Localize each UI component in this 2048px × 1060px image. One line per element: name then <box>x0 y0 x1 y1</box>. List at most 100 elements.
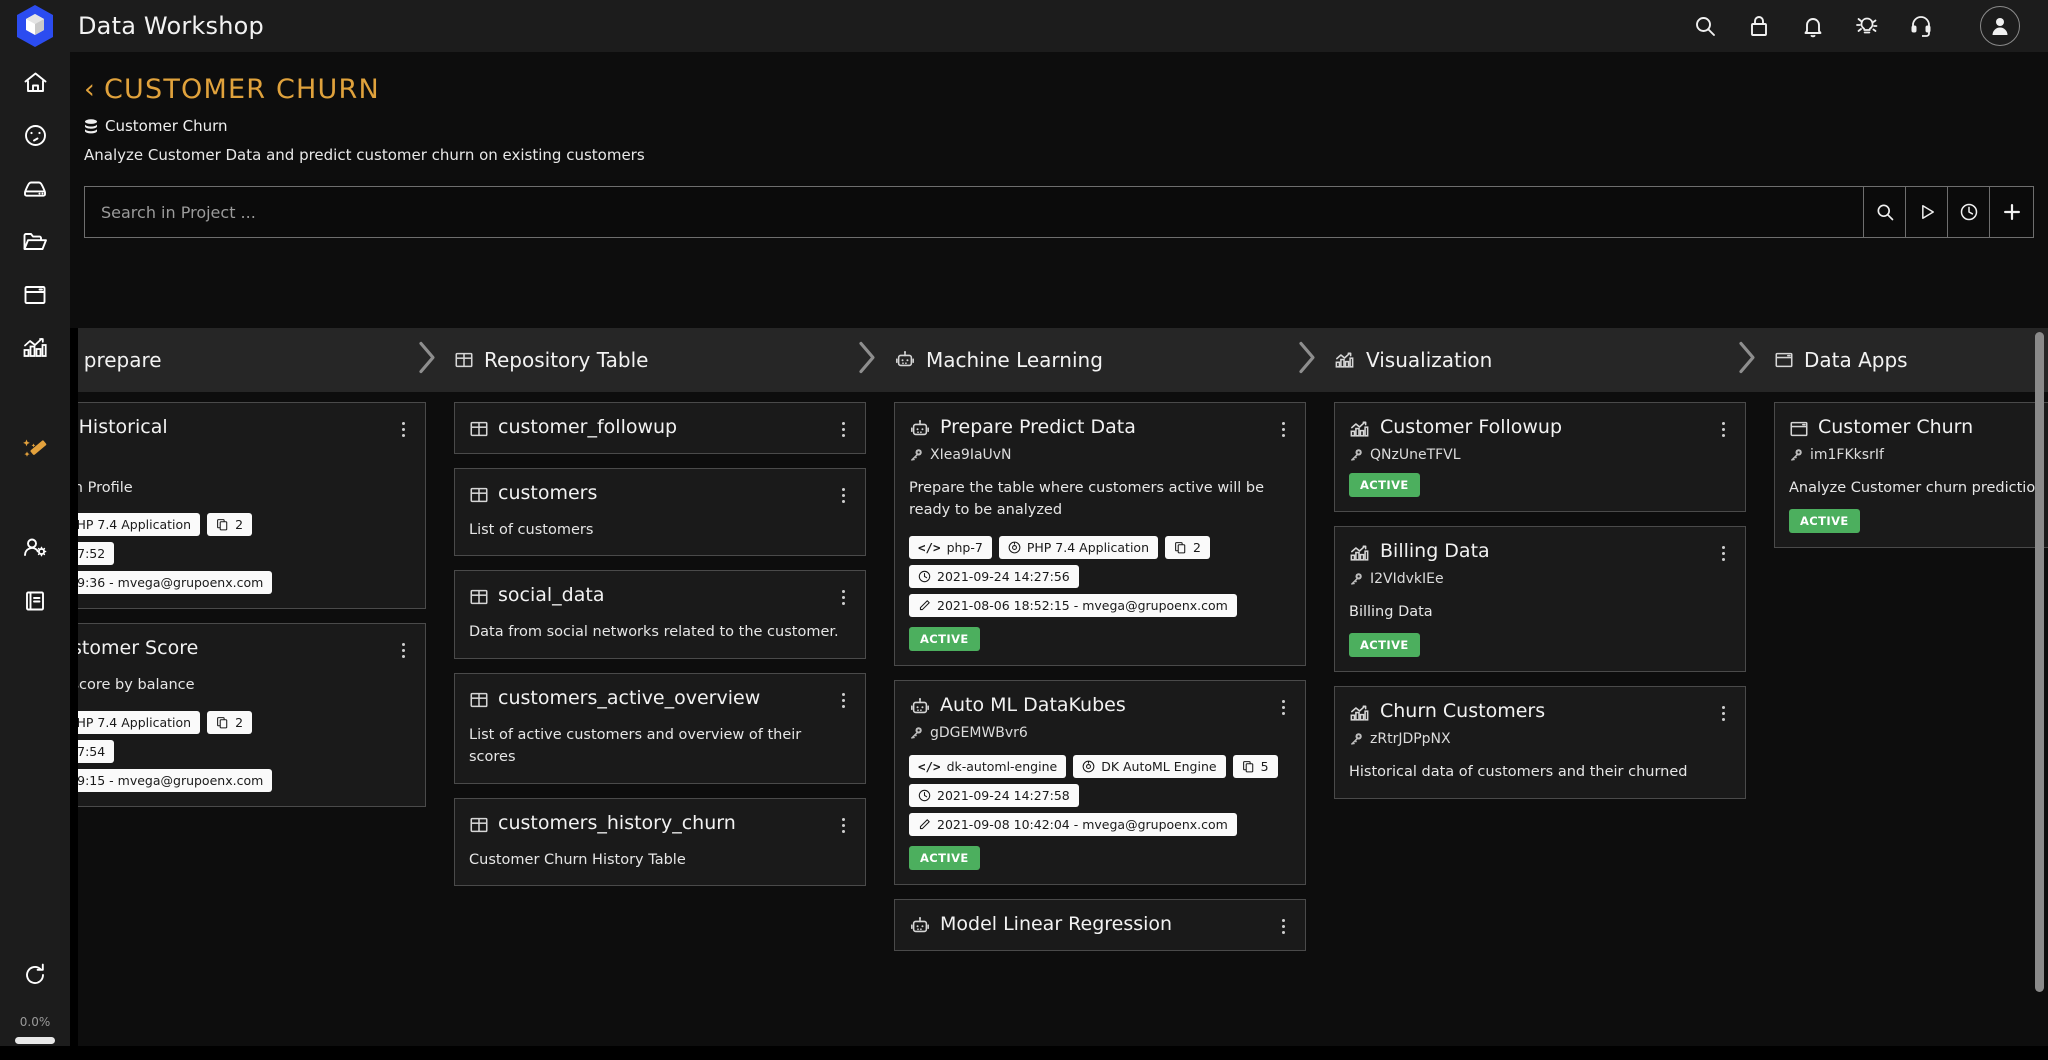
card[interactable]: e Customer Score omer score by balance 0 … <box>70 623 426 807</box>
sidebar-item-home[interactable] <box>0 56 70 109</box>
card-menu-button[interactable] <box>395 638 411 659</box>
column-header-repository-table[interactable]: Repository Table <box>419 328 880 392</box>
clock-icon <box>918 570 931 583</box>
copy-icon <box>217 716 228 729</box>
card-copies-chip[interactable]: 2 <box>1165 535 1210 559</box>
refresh-button[interactable] <box>0 948 70 1001</box>
bell-icon[interactable] <box>1800 13 1826 39</box>
card-type-icon <box>1349 701 1371 723</box>
card-menu-button[interactable] <box>1715 701 1731 722</box>
card-time-chip[interactable]: 2021-09-24 14:27:58 <box>909 783 1079 807</box>
card-menu-button[interactable] <box>1715 417 1731 437</box>
sidebar-item-storage[interactable] <box>0 162 70 215</box>
column-header-data-apps[interactable]: Data Apps <box>1739 328 2048 392</box>
card-header: customers_history_churn <box>469 811 851 835</box>
avatar[interactable] <box>1980 6 2020 46</box>
board-vertical-scrollbar[interactable] <box>2035 332 2044 992</box>
card[interactable]: customers_history_churn Customer Churn Hi… <box>454 797 866 887</box>
card[interactable]: customers_active_overview List of active … <box>454 672 866 784</box>
sidebar-item-dataapps[interactable] <box>0 268 70 321</box>
card-chip[interactable]: DK AutoML Engine <box>1073 754 1226 778</box>
search-input[interactable] <box>101 202 1847 222</box>
sidebar-item-docs[interactable] <box>0 574 70 627</box>
sidebar-footer: 0.0% <box>0 948 70 1060</box>
card-edit-chip[interactable]: 2021-08-06 18:52:15 - mvega@grupoenx.com <box>909 593 1237 617</box>
card-chip[interactable]: 0 PHP 7.4 Application <box>70 710 201 734</box>
back-chevron-icon[interactable]: ‹ <box>84 76 96 103</box>
column-header-machine-learning[interactable]: Machine Learning <box>859 328 1320 392</box>
sidebar-item-users[interactable] <box>0 521 70 574</box>
board-columns: sform, prepare hurn Historical Jr Churn P… <box>70 328 2048 1060</box>
key-icon <box>910 727 922 739</box>
card[interactable]: social_data Data from social networks rel… <box>454 570 866 659</box>
card-menu-button[interactable] <box>395 417 411 437</box>
card-title: customers_history_churn <box>498 811 736 834</box>
card-menu-button[interactable] <box>1275 695 1291 715</box>
run-button[interactable] <box>1905 187 1947 237</box>
sidebar-item-visualization[interactable] <box>0 321 70 374</box>
card-key: zRtrJDPpNX <box>1349 731 1731 747</box>
card[interactable]: Auto ML DataKubes gDGEMWBvr6 </> dk-automl… <box>894 679 1306 885</box>
search-icon[interactable] <box>1692 13 1718 39</box>
lightbulb-icon[interactable] <box>1854 13 1880 39</box>
card-key-text: I2VIdvkIEe <box>1370 571 1444 587</box>
book-icon <box>26 591 44 610</box>
card-menu-button[interactable] <box>835 585 851 606</box>
dashboard-gauge-icon <box>24 125 46 146</box>
card-menu-button[interactable] <box>1715 541 1731 561</box>
card-copies-chip[interactable]: 2 <box>207 513 253 537</box>
window-icon <box>1775 352 1793 368</box>
card-key-text: zRtrJDPpNX <box>1370 731 1451 748</box>
card-menu-button[interactable] <box>1275 417 1291 437</box>
card[interactable]: Churn Customers zRtrJDPpNX Historical dat… <box>1334 686 1746 799</box>
card[interactable]: customers List of customers <box>454 468 866 557</box>
card-description: Billing Data <box>1349 604 1433 620</box>
card[interactable]: customer_followup <box>454 402 866 454</box>
card-time-chip[interactable]: 2021-09-24 14:27:56 <box>909 564 1079 588</box>
card[interactable]: Model Linear Regression <box>894 898 1306 951</box>
sidebar-item-assistant[interactable] <box>0 421 70 474</box>
add-button[interactable] <box>1989 187 2033 237</box>
card-menu-button[interactable] <box>835 483 851 503</box>
sidebar-item-projects[interactable] <box>0 215 70 268</box>
card-header: Auto ML DataKubes <box>909 694 1291 717</box>
card[interactable]: Customer Followup QNzUneTFVL ACTIVE <box>1334 402 1746 512</box>
column-body-data-apps: Customer Churn im1FKksrIf Analyze Custome… <box>1760 392 2048 1060</box>
column-header-visualization[interactable]: Visualization <box>1299 328 1760 392</box>
card-copies-chip[interactable]: 2 <box>207 710 253 734</box>
card-description: Analyze Customer churn prediction in a e <box>1789 480 2048 496</box>
card-menu-button[interactable] <box>835 417 851 437</box>
card-chip[interactable]: PHP 7.4 Application <box>998 535 1158 559</box>
history-button[interactable] <box>1947 187 1989 237</box>
card[interactable]: Customer Churn im1FKksrIf Analyze Custome… <box>1774 402 2048 549</box>
card-header: customers <box>469 482 851 505</box>
card-chip[interactable]: 0 PHP 7.4 Application <box>70 513 201 537</box>
app-logo[interactable] <box>0 0 70 52</box>
search-submit-button[interactable] <box>1863 187 1905 237</box>
key-icon <box>1350 573 1362 585</box>
card[interactable]: Prepare Predict Data XIea9IaUvN Prepare t… <box>894 402 1306 666</box>
card-copies-chip[interactable]: 5 <box>1232 754 1278 778</box>
user-settings-icon <box>24 538 47 556</box>
card-edit-chip[interactable]: 7:09:36 - mvega@grupoenx.com <box>70 571 273 595</box>
card-chip[interactable]: </> dk-automl-engine <box>909 754 1067 778</box>
chart-icon <box>1350 545 1369 561</box>
card-title: customer_followup <box>498 416 678 438</box>
copy-icon <box>1175 542 1186 554</box>
card-copies-count: 2 <box>235 517 244 533</box>
card-menu-button[interactable] <box>835 688 851 708</box>
sidebar-item-dashboard[interactable] <box>0 109 70 162</box>
card[interactable]: Billing Data I2VIdvkIEe Billing Data ACTIV… <box>1334 526 1746 673</box>
card-chip[interactable]: </> php-7 <box>909 535 992 559</box>
card-time-row: 4:27:54 <box>70 739 411 763</box>
card-menu-button[interactable] <box>835 813 851 833</box>
column-header-transform[interactable]: sform, prepare <box>70 328 440 392</box>
lock-icon[interactable] <box>1746 13 1772 39</box>
card-menu-button[interactable] <box>1275 914 1291 934</box>
headset-icon[interactable] <box>1908 13 1934 39</box>
card[interactable]: hurn Historical Jr Churn Profile 0 PHP 7… <box>70 402 426 610</box>
server-icon <box>24 181 46 197</box>
card-edit-chip[interactable]: 7:39:15 - mvega@grupoenx.com <box>70 768 273 792</box>
card-chip-label: dk-automl-engine <box>946 758 1058 774</box>
card-edit-chip[interactable]: 2021-09-08 10:42:04 - mvega@grupoenx.com <box>909 812 1237 836</box>
